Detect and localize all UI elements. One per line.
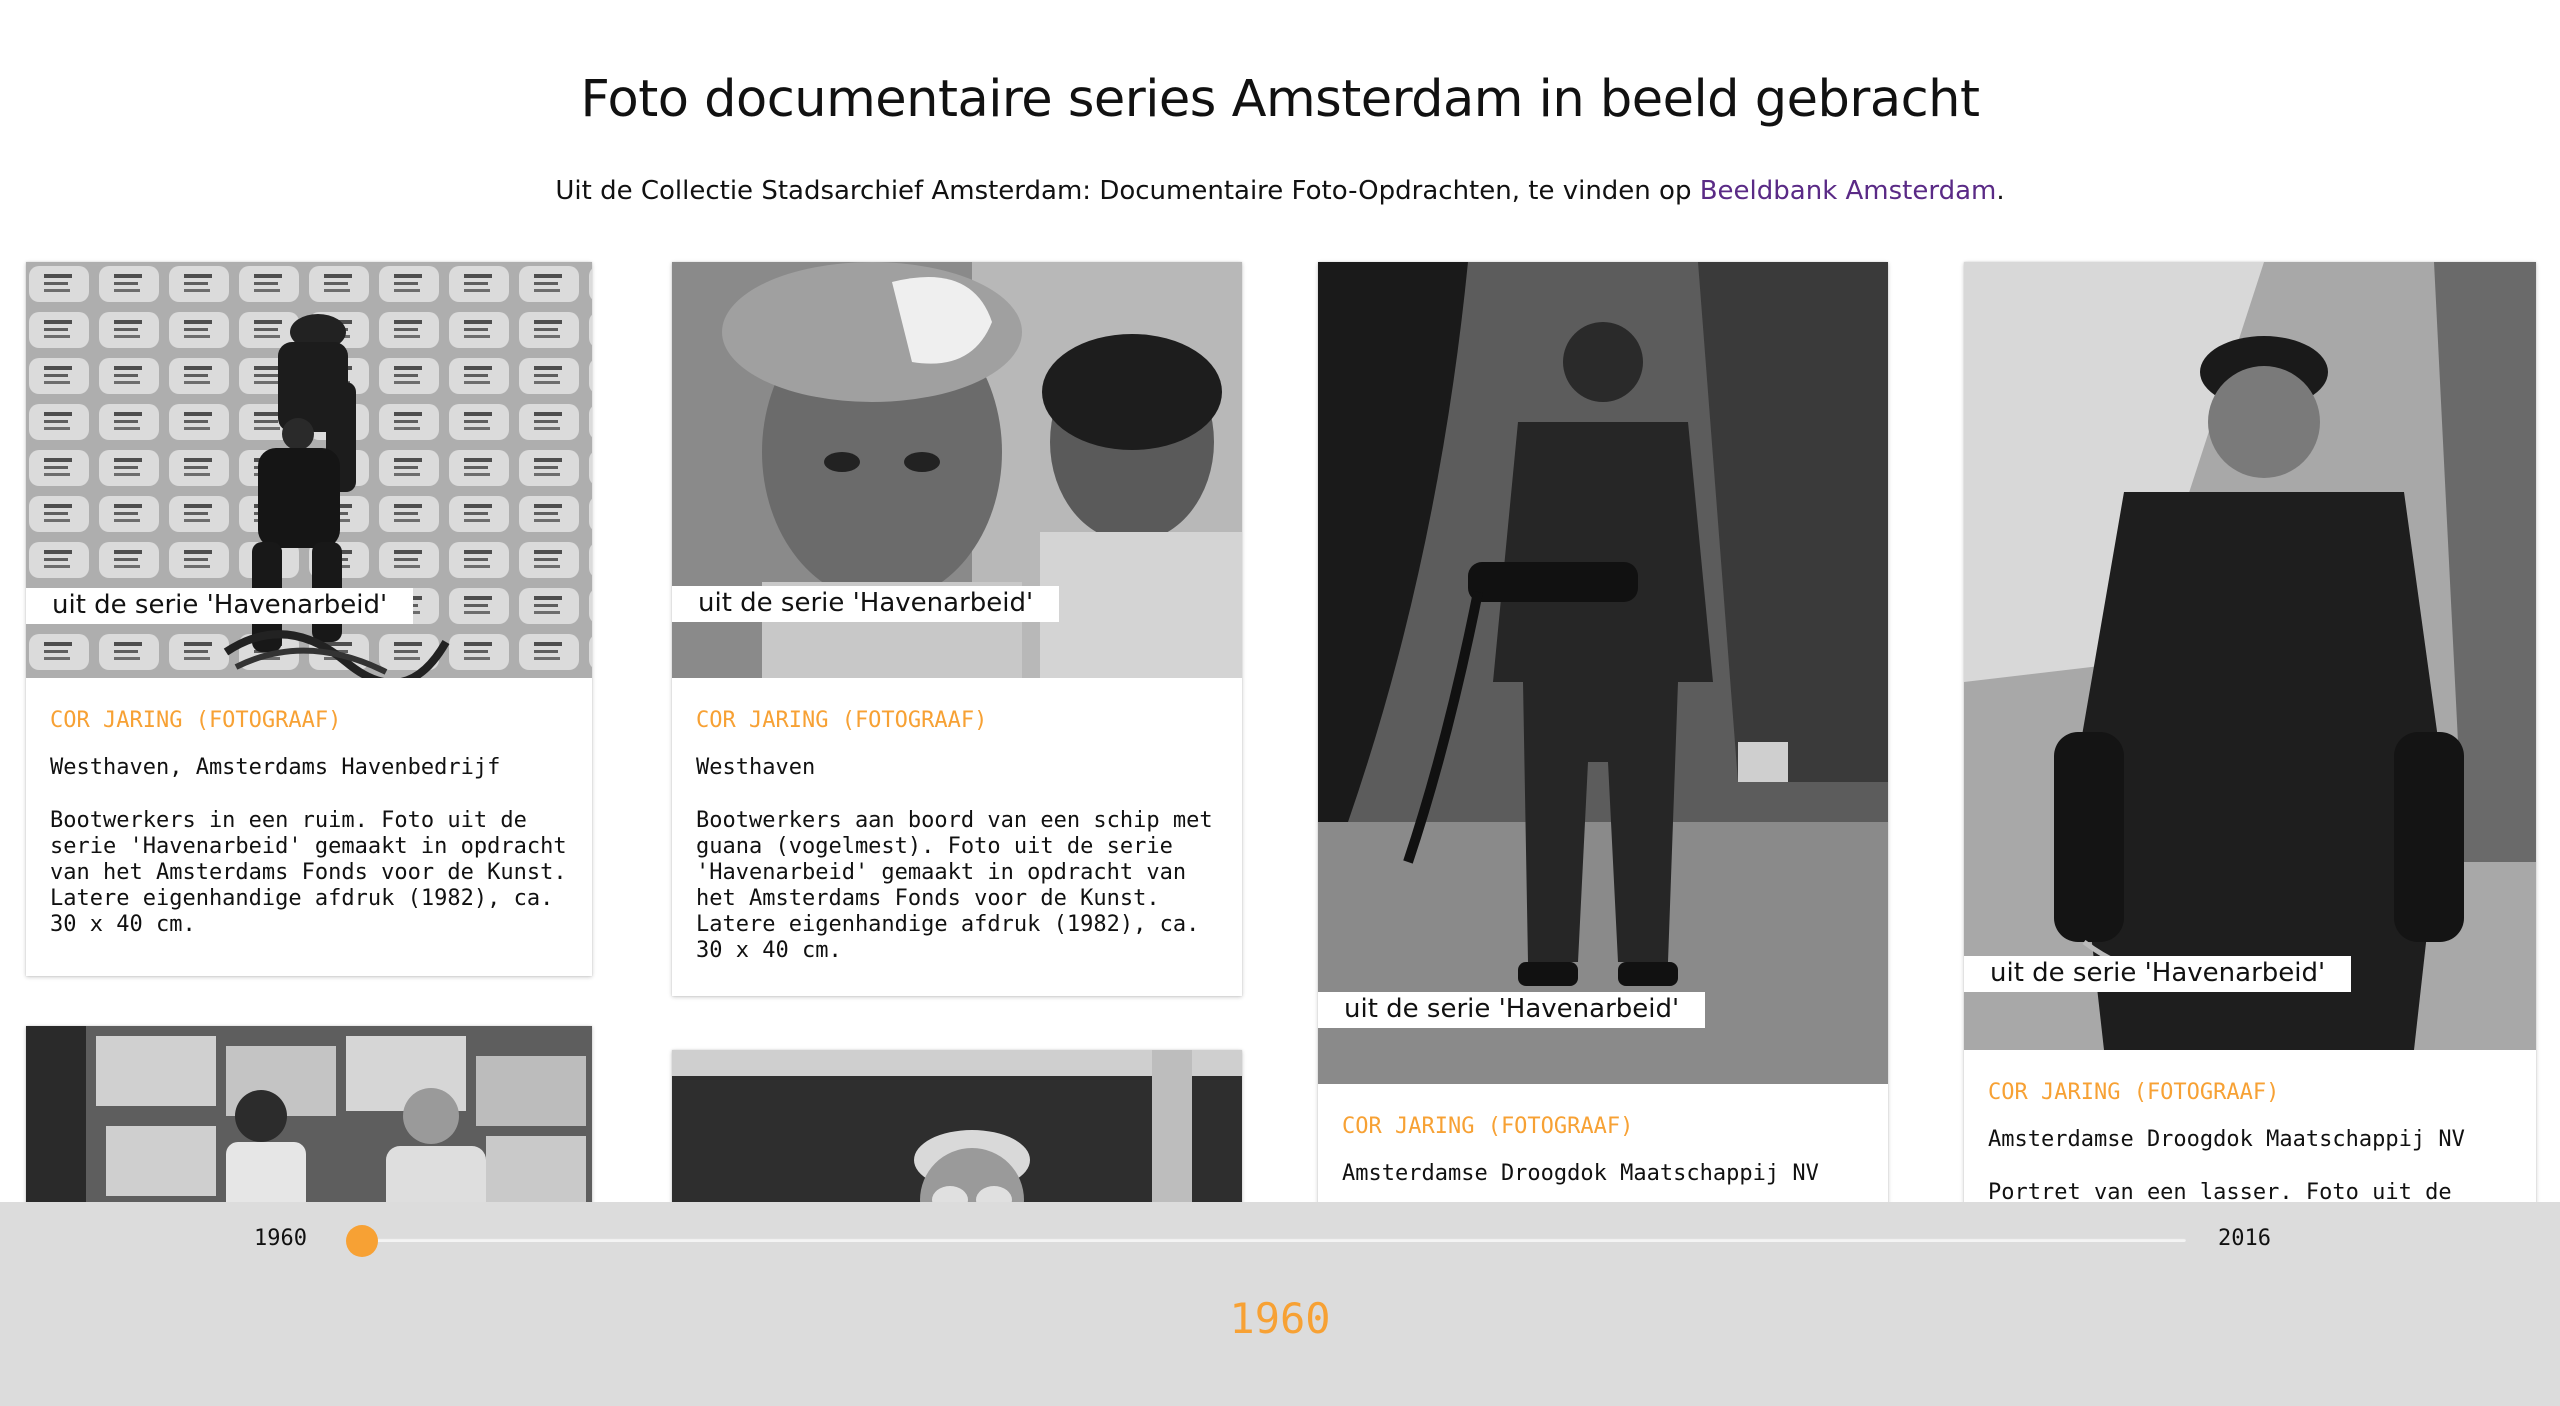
photographer-label: Cor Jaring (fotograaf) xyxy=(50,708,342,733)
card-body: Cor Jaring (fotograaf) Westhaven Bootwer… xyxy=(672,678,1242,984)
photo-image[interactable]: uit de serie 'Havenarbeid' xyxy=(672,262,1242,678)
card-body: Cor Jaring (fotograaf) Amsterdamse Droog… xyxy=(1964,1050,2536,1222)
photo-drydock-worker xyxy=(1318,262,1888,1084)
timeline-end-year: 2016 xyxy=(2218,1226,2271,1251)
location-label: Amsterdamse Droogdok Maatschappij NV xyxy=(1342,1161,1819,1186)
photographer-label: Cor Jaring (fotograaf) xyxy=(1342,1114,1634,1139)
photo-card[interactable]: uit de serie 'Havenarbeid' Cor Jaring (f… xyxy=(1964,262,2536,1222)
timeline-start-year: 1960 xyxy=(254,1226,307,1251)
timeline-bar: 1960 2016 1960 xyxy=(0,1202,2560,1406)
location-label: Amsterdamse Droogdok Maatschappij NV xyxy=(1988,1127,2465,1152)
subtitle-period: . xyxy=(1996,176,2005,206)
card-body: Cor Jaring (fotograaf) Westhaven, Amster… xyxy=(26,678,592,958)
photo-card[interactable]: uit de serie 'Havenarbeid' Cor Jaring (f… xyxy=(672,262,1242,996)
series-tag: uit de serie 'Havenarbeid' xyxy=(672,586,1060,622)
photo-image[interactable]: uit de serie 'Havenarbeid' xyxy=(1964,262,2536,1050)
page-subtitle: Uit de Collectie Stadsarchief Amsterdam:… xyxy=(0,176,2560,206)
timeline-slider-track[interactable] xyxy=(362,1238,2186,1242)
page-title: Foto documentaire series Amsterdam in be… xyxy=(580,70,1980,129)
subtitle-text: Uit de Collectie Stadsarchief Amsterdam:… xyxy=(555,176,1700,206)
beeldbank-link[interactable]: Beeldbank Amsterdam xyxy=(1700,176,1997,206)
photographer-label: Cor Jaring (fotograaf) xyxy=(1988,1080,2280,1105)
location-label: Westhaven, Amsterdams Havenbedrijf xyxy=(50,755,501,780)
series-tag: uit de serie 'Havenarbeid' xyxy=(26,588,414,624)
location-label: Westhaven xyxy=(696,755,816,780)
photo-image[interactable]: uit de serie 'Havenarbeid' xyxy=(26,262,592,678)
timeline-slider-handle[interactable] xyxy=(346,1225,378,1257)
photo-card[interactable]: uit de serie 'Havenarbeid' Cor Jaring (f… xyxy=(26,262,592,976)
description-text: Bootwerkers in een ruim. Foto uit de ser… xyxy=(50,808,567,937)
photographer-label: Cor Jaring (fotograaf) xyxy=(696,708,988,733)
description-text: Bootwerkers aan boord van een schip met … xyxy=(696,808,1213,963)
series-tag: uit de serie 'Havenarbeid' xyxy=(1964,956,2352,992)
photo-image[interactable]: uit de serie 'Havenarbeid' xyxy=(1318,262,1888,1084)
photo-welder-portrait xyxy=(1964,262,2536,1050)
timeline-current-year: 1960 xyxy=(1229,1294,1331,1343)
series-tag: uit de serie 'Havenarbeid' xyxy=(1318,992,1706,1028)
photo-card[interactable]: uit de serie 'Havenarbeid' Cor Jaring (f… xyxy=(1318,262,1888,1222)
